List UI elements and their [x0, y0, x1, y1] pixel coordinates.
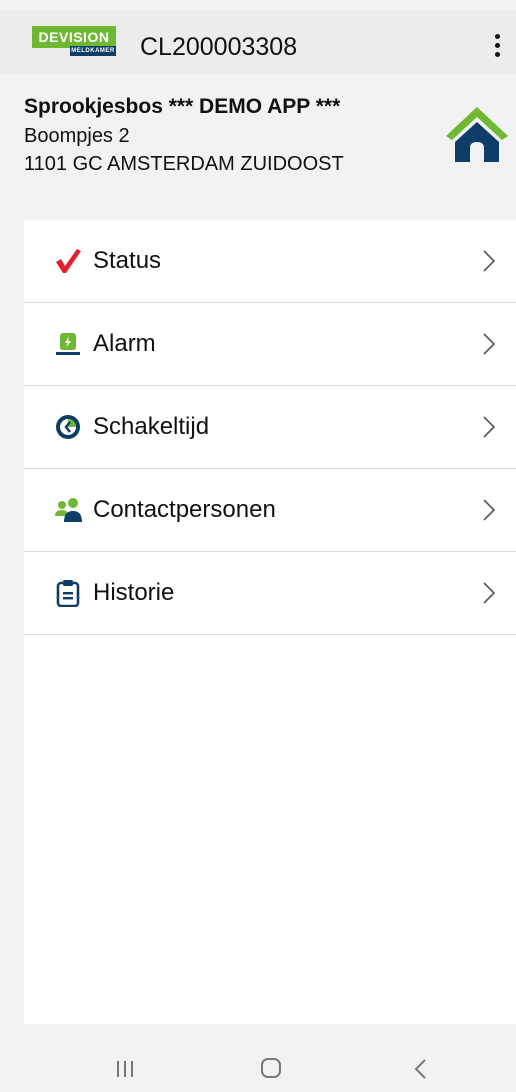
app-title: CL200003308 [140, 33, 298, 61]
site-name: Sprookjesbos *** DEMO APP *** [24, 95, 341, 118]
clock-icon [56, 415, 80, 439]
more-options-icon[interactable] [492, 34, 502, 60]
app-screen: DEVISION MELDKAMER CL200003308 Sprookjes… [0, 0, 516, 1092]
chevron-right-icon [483, 250, 496, 272]
site-street: Boompjes 2 [24, 125, 130, 147]
menu-item-schakeltijd[interactable]: Schakeltijd [24, 386, 516, 469]
chevron-right-icon [483, 582, 496, 604]
site-info: Sprookjesbos *** DEMO APP *** Boompjes 2… [24, 92, 424, 178]
people-icon [55, 498, 82, 522]
menu-item-alarm[interactable]: Alarm [24, 303, 516, 386]
menu-item-label: Status [93, 247, 162, 274]
home-button[interactable] [442, 102, 512, 164]
logo-subtext: MELDKAMER [70, 46, 116, 56]
app-bar: DEVISION MELDKAMER CL200003308 [0, 10, 516, 74]
menu-item-contactpersonen[interactable]: Contactpersonen [24, 469, 516, 552]
menu-item-label: Contactpersonen [93, 496, 276, 523]
menu-item-label: Schakeltijd [93, 413, 210, 440]
menu-item-status[interactable]: Status [24, 220, 516, 303]
menu-item-label: Alarm [93, 330, 156, 357]
checkmark-icon [56, 249, 81, 273]
chevron-right-icon [483, 499, 496, 521]
menu-item-historie[interactable]: Historie [24, 552, 516, 635]
back-icon[interactable] [406, 1056, 436, 1082]
system-nav-bar [0, 1040, 516, 1092]
main-menu: Status Alarm Schakeltijd Contactpersonen… [24, 220, 516, 1024]
logo-text: DEVISION [32, 26, 116, 48]
chevron-right-icon [483, 333, 496, 355]
home-icon [446, 107, 508, 162]
chevron-right-icon [483, 416, 496, 438]
devision-logo: DEVISION MELDKAMER [32, 26, 116, 58]
clipboard-icon [56, 580, 80, 607]
recent-apps-icon[interactable] [110, 1056, 140, 1082]
site-city: 1101 GC AMSTERDAM ZUIDOOST [24, 153, 344, 175]
alarm-light-icon [56, 333, 80, 355]
menu-item-label: Historie [93, 579, 175, 606]
home-circle-icon[interactable] [256, 1056, 286, 1082]
